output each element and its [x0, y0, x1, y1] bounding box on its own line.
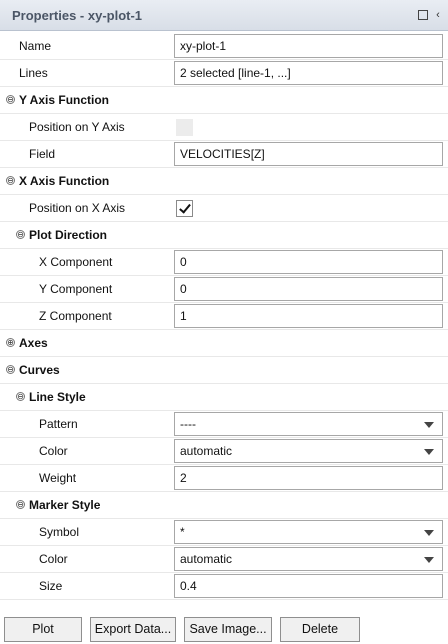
export-data-button[interactable]: Export Data...	[90, 617, 176, 642]
row-field: Field VELOCITIES[Z]	[0, 141, 448, 168]
panel-title: Properties - xy-plot-1	[12, 8, 143, 23]
marker-style-heading: Marker Style	[29, 498, 101, 512]
section-line-style[interactable]: ⊖ Line Style	[0, 384, 448, 411]
lines-label: Lines	[19, 66, 48, 80]
plot-button[interactable]: Plot	[4, 617, 82, 642]
row-x-component: X Component 0	[0, 249, 448, 276]
field-input[interactable]: VELOCITIES[Z]	[174, 142, 443, 166]
field-label: Field	[29, 147, 56, 161]
row-name: Name xy-plot-1	[0, 33, 448, 60]
symbol-select[interactable]: *	[174, 520, 443, 544]
curves-heading: Curves	[19, 363, 60, 377]
collapse-icon[interactable]: ⊖	[16, 230, 25, 239]
plot-direction-heading: Plot Direction	[29, 228, 108, 242]
collapse-icon[interactable]: ⊖	[16, 392, 25, 401]
name-field[interactable]: xy-plot-1	[174, 34, 443, 58]
line-color-select[interactable]: automatic	[174, 439, 443, 463]
axes-heading: Axes	[19, 336, 48, 350]
chevron-left-icon[interactable]: ‹	[432, 9, 444, 21]
dropdown-arrow-icon[interactable]	[424, 530, 434, 536]
z-component-field[interactable]: 1	[174, 304, 443, 328]
pattern-select[interactable]: ----	[174, 412, 443, 436]
section-curves[interactable]: ⊖ Curves	[0, 357, 448, 384]
position-y-label: Position on Y Axis	[29, 120, 125, 134]
pattern-label: Pattern	[39, 417, 78, 431]
x-component-field[interactable]: 0	[174, 250, 443, 274]
lines-field[interactable]: 2 selected [line-1, ...]	[174, 61, 443, 85]
marker-color-value: automatic	[180, 552, 233, 566]
dropdown-arrow-icon[interactable]	[424, 449, 434, 455]
y-component-label: Y Component	[39, 282, 113, 296]
delete-button[interactable]: Delete	[280, 617, 360, 642]
section-marker-style[interactable]: ⊖ Marker Style	[0, 492, 448, 519]
collapse-icon[interactable]: ⊖	[16, 500, 25, 509]
row-lines: Lines 2 selected [line-1, ...]	[0, 60, 448, 87]
line-style-heading: Line Style	[29, 390, 86, 404]
row-weight: Weight 2	[0, 465, 448, 492]
row-z-component: Z Component 1	[0, 303, 448, 330]
row-marker-color: Color automatic	[0, 546, 448, 573]
position-y-checkbox[interactable]	[176, 119, 193, 136]
row-position-y: Position on Y Axis	[0, 114, 448, 141]
marker-color-label: Color	[39, 552, 68, 566]
dropdown-arrow-icon[interactable]	[424, 422, 434, 428]
weight-label: Weight	[39, 471, 77, 485]
collapse-icon[interactable]: ⊖	[6, 176, 15, 185]
section-x-axis-function[interactable]: ⊖ X Axis Function	[0, 168, 448, 195]
symbol-label: Symbol	[39, 525, 80, 539]
line-color-value: automatic	[180, 444, 233, 458]
section-y-axis-function[interactable]: ⊖ Y Axis Function	[0, 87, 448, 114]
expand-icon[interactable]: ⊕	[6, 338, 15, 347]
section-plot-direction[interactable]: ⊖ Plot Direction	[0, 222, 448, 249]
row-size: Size 0.4	[0, 573, 448, 600]
row-pattern: Pattern ----	[0, 411, 448, 438]
collapse-icon[interactable]: ⊖	[6, 95, 15, 104]
pattern-value: ----	[180, 417, 196, 431]
row-symbol: Symbol *	[0, 519, 448, 546]
name-label: Name	[19, 39, 52, 53]
weight-field[interactable]: 2	[174, 466, 443, 490]
symbol-value: *	[180, 525, 185, 539]
z-component-label: Z Component	[39, 309, 112, 323]
collapse-icon[interactable]: ⊖	[6, 365, 15, 374]
marker-color-select[interactable]: automatic	[174, 547, 443, 571]
row-line-color: Color automatic	[0, 438, 448, 465]
row-position-x: Position on X Axis	[0, 195, 448, 222]
y-axis-function-heading: Y Axis Function	[19, 93, 110, 107]
x-axis-function-heading: X Axis Function	[19, 174, 110, 188]
row-y-component: Y Component 0	[0, 276, 448, 303]
position-x-label: Position on X Axis	[29, 201, 126, 215]
position-x-checkbox[interactable]	[176, 200, 193, 217]
x-component-label: X Component	[39, 255, 113, 269]
dropdown-arrow-icon[interactable]	[424, 557, 434, 563]
save-image-button[interactable]: Save Image...	[184, 617, 272, 642]
section-axes[interactable]: ⊕ Axes	[0, 330, 448, 357]
y-component-field[interactable]: 0	[174, 277, 443, 301]
size-field[interactable]: 0.4	[174, 574, 443, 598]
panel-titlebar: Properties - xy-plot-1 ‹	[0, 0, 448, 31]
line-color-label: Color	[39, 444, 68, 458]
float-window-icon[interactable]	[418, 10, 428, 20]
size-label: Size	[39, 579, 63, 593]
